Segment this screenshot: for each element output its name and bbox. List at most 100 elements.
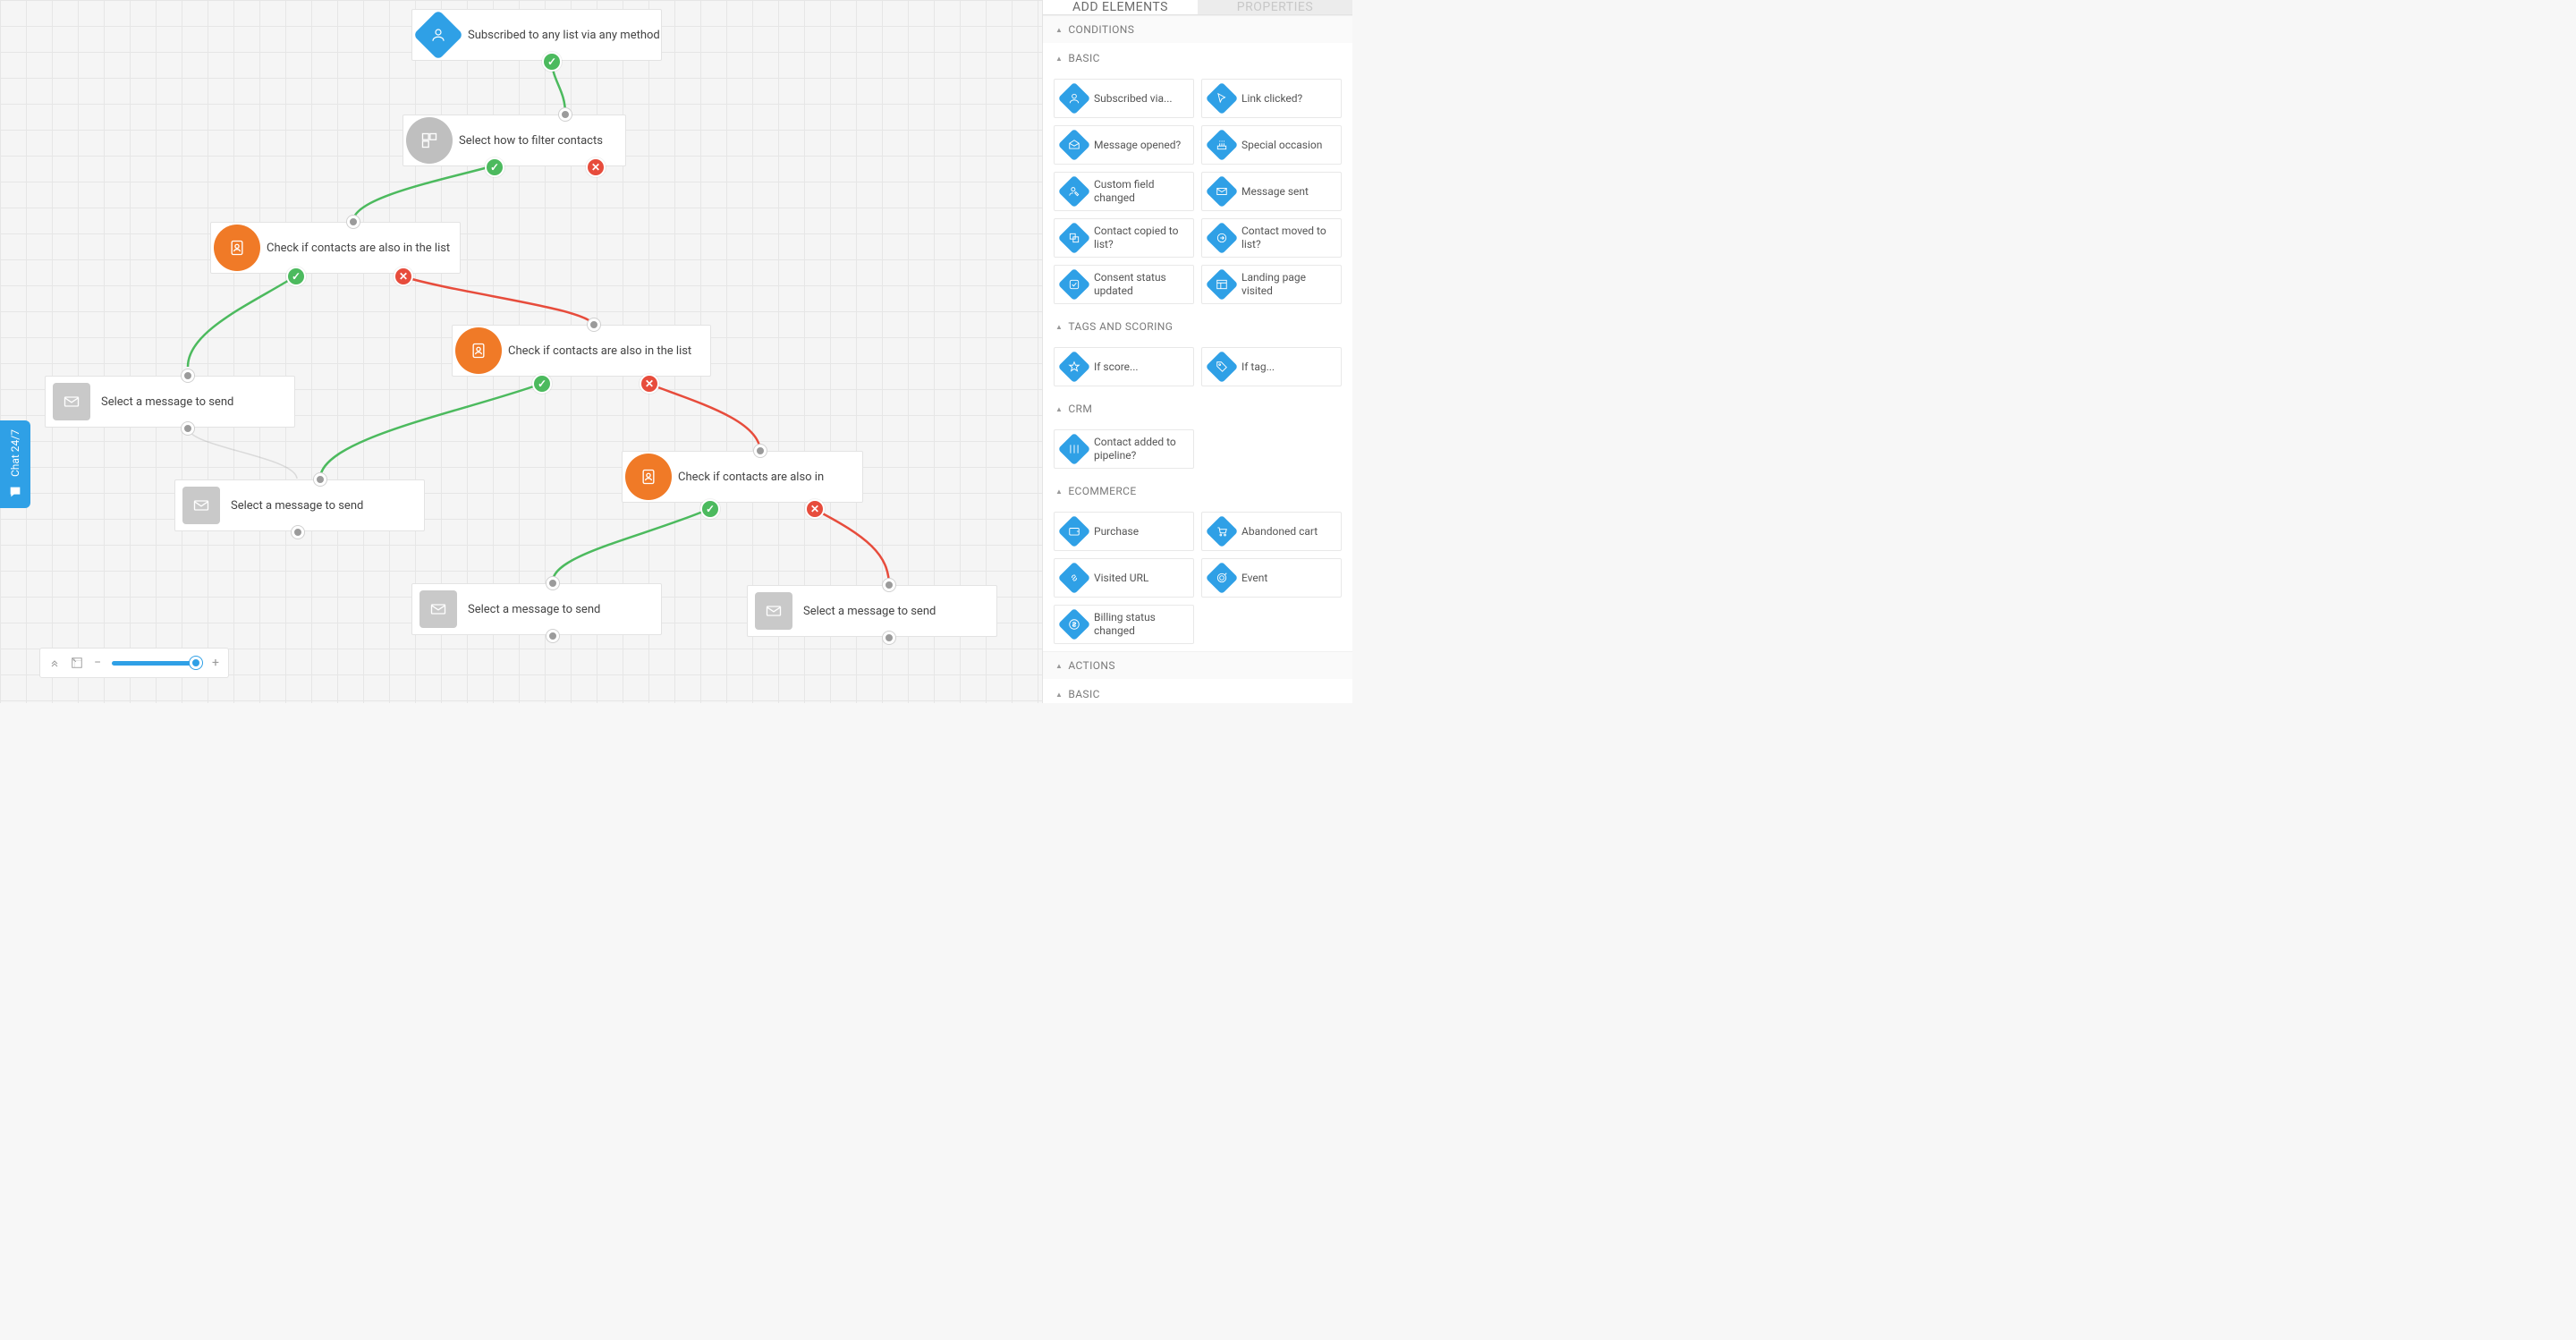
chevron-up-icon: ▲	[1055, 26, 1063, 34]
tab-properties[interactable]: PROPERTIES	[1198, 0, 1352, 14]
branch-yes-icon[interactable]: ✓	[485, 157, 504, 177]
section-actions[interactable]: ▲ ACTIONS	[1043, 651, 1352, 679]
node-send-2[interactable]: Select a message to send	[174, 479, 425, 531]
zoom-slider-thumb[interactable]	[190, 657, 202, 669]
element-abandoned-cart[interactable]: Abandoned cart	[1201, 512, 1342, 551]
sidebar: ADD ELEMENTS PROPERTIES ▲ CONDITIONS ▲ B…	[1042, 0, 1352, 703]
branch-yes-icon[interactable]: ✓	[700, 499, 720, 519]
element-contact-moved[interactable]: Contact moved to list?	[1201, 218, 1342, 258]
element-if-score[interactable]: If score...	[1054, 347, 1194, 386]
element-label: Message sent	[1241, 185, 1314, 199]
workflow-canvas[interactable]: Subscribed to any list via any method ✓ …	[0, 0, 1042, 703]
section-crm[interactable]: ▲ CRM	[1043, 394, 1352, 422]
node-label: Select a message to send	[464, 603, 614, 616]
chevron-up-icon: ▲	[1055, 323, 1063, 331]
element-special-occasion[interactable]: Special occasion	[1201, 125, 1342, 165]
element-label: Contact added to pipeline?	[1094, 436, 1193, 462]
node-check-list-3[interactable]: Check if contacts are also in	[622, 451, 863, 503]
element-if-tag[interactable]: If tag...	[1201, 347, 1342, 386]
element-consent-status[interactable]: Consent status updated	[1054, 265, 1194, 304]
element-label: If tag...	[1241, 360, 1280, 374]
element-pipeline[interactable]: Contact added to pipeline?	[1054, 429, 1194, 469]
element-event[interactable]: Event	[1201, 558, 1342, 598]
chat-label: Chat 24/7	[9, 429, 21, 477]
cursor-icon	[1216, 92, 1228, 105]
section-basic[interactable]: ▲ BASIC	[1043, 43, 1352, 72]
chat-icon	[8, 485, 22, 499]
element-visited-url[interactable]: Visited URL	[1054, 558, 1194, 598]
mail-icon	[748, 585, 800, 637]
contacts-icon	[211, 222, 263, 274]
mail-icon	[175, 479, 227, 531]
collapse-icon[interactable]	[49, 657, 60, 668]
fit-screen-icon[interactable]	[71, 657, 83, 669]
port-out[interactable]	[182, 422, 194, 435]
element-contact-copied[interactable]: Contact copied to list?	[1054, 218, 1194, 258]
filter-icon	[403, 114, 455, 166]
tab-add-elements[interactable]: ADD ELEMENTS	[1043, 0, 1198, 14]
section-label: BASIC	[1068, 52, 1100, 64]
port-out[interactable]	[547, 630, 559, 642]
branch-no-icon[interactable]: ✕	[586, 157, 606, 177]
chevron-up-icon: ▲	[1055, 405, 1063, 413]
node-subscribed[interactable]: Subscribed to any list via any method	[411, 9, 662, 61]
section-actions-basic[interactable]: ▲ BASIC	[1043, 679, 1352, 703]
port-in[interactable]	[182, 369, 194, 382]
node-label: Check if contacts are also in	[674, 471, 838, 484]
section-ecommerce[interactable]: ▲ ECOMMERCE	[1043, 476, 1352, 505]
port-in[interactable]	[547, 577, 559, 589]
node-label: Subscribed to any list via any method	[464, 29, 674, 42]
node-check-list-2[interactable]: Check if contacts are also in the list	[452, 325, 711, 377]
section-label: CONDITIONS	[1068, 23, 1134, 36]
contacts-icon	[623, 451, 674, 503]
element-landing-visited[interactable]: Landing page visited	[1201, 265, 1342, 304]
section-label: ECOMMERCE	[1068, 485, 1136, 497]
element-label: Link clicked?	[1241, 92, 1308, 106]
branch-no-icon[interactable]: ✕	[640, 374, 659, 394]
branch-yes-icon[interactable]: ✓	[542, 52, 562, 72]
element-message-sent[interactable]: Message sent	[1201, 172, 1342, 211]
node-send-1[interactable]: Select a message to send	[45, 376, 295, 428]
zoom-out-button[interactable]: −	[94, 656, 101, 670]
move-icon	[1216, 232, 1228, 244]
node-label: Select a message to send	[800, 605, 950, 618]
element-message-opened[interactable]: Message opened?	[1054, 125, 1194, 165]
mail-icon	[412, 583, 464, 635]
port-in[interactable]	[559, 108, 572, 121]
node-check-list-1[interactable]: Check if contacts are also in the list	[210, 222, 461, 274]
branch-yes-icon[interactable]: ✓	[286, 267, 306, 286]
branch-no-icon[interactable]: ✕	[805, 499, 825, 519]
element-label: Landing page visited	[1241, 271, 1341, 298]
chat-support-tab[interactable]: Chat 24/7	[0, 420, 30, 508]
port-in[interactable]	[883, 579, 895, 591]
element-label: Abandoned cart	[1241, 525, 1323, 539]
branch-no-icon[interactable]: ✕	[394, 267, 413, 286]
element-purchase[interactable]: Purchase	[1054, 512, 1194, 551]
port-in[interactable]	[754, 445, 767, 457]
node-send-4[interactable]: Select a message to send	[747, 585, 997, 637]
node-label: Select a message to send	[227, 499, 377, 513]
zoom-slider[interactable]	[112, 661, 201, 666]
element-label: Billing status changed	[1094, 611, 1193, 638]
element-label: Visited URL	[1094, 572, 1154, 585]
element-billing[interactable]: Billing status changed	[1054, 605, 1194, 644]
port-out[interactable]	[292, 526, 304, 539]
person-edit-icon	[1068, 185, 1080, 198]
port-in[interactable]	[588, 318, 600, 331]
tag-icon	[1216, 360, 1228, 373]
node-send-3[interactable]: Select a message to send	[411, 583, 662, 635]
branch-yes-icon[interactable]: ✓	[532, 374, 552, 394]
element-subscribed-via[interactable]: Subscribed via...	[1054, 79, 1194, 118]
port-in[interactable]	[347, 216, 360, 228]
element-label: Custom field changed	[1094, 178, 1193, 205]
port-out[interactable]	[883, 632, 895, 644]
port-in[interactable]	[314, 473, 326, 486]
section-conditions[interactable]: ▲ CONDITIONS	[1043, 15, 1352, 43]
node-label: Check if contacts are also in the list	[504, 344, 706, 358]
layout-icon	[1216, 278, 1228, 291]
zoom-in-button[interactable]: +	[212, 656, 219, 670]
star-icon	[1068, 360, 1080, 373]
element-custom-field[interactable]: Custom field changed	[1054, 172, 1194, 211]
section-tags-scoring[interactable]: ▲ TAGS AND SCORING	[1043, 311, 1352, 340]
element-link-clicked[interactable]: Link clicked?	[1201, 79, 1342, 118]
